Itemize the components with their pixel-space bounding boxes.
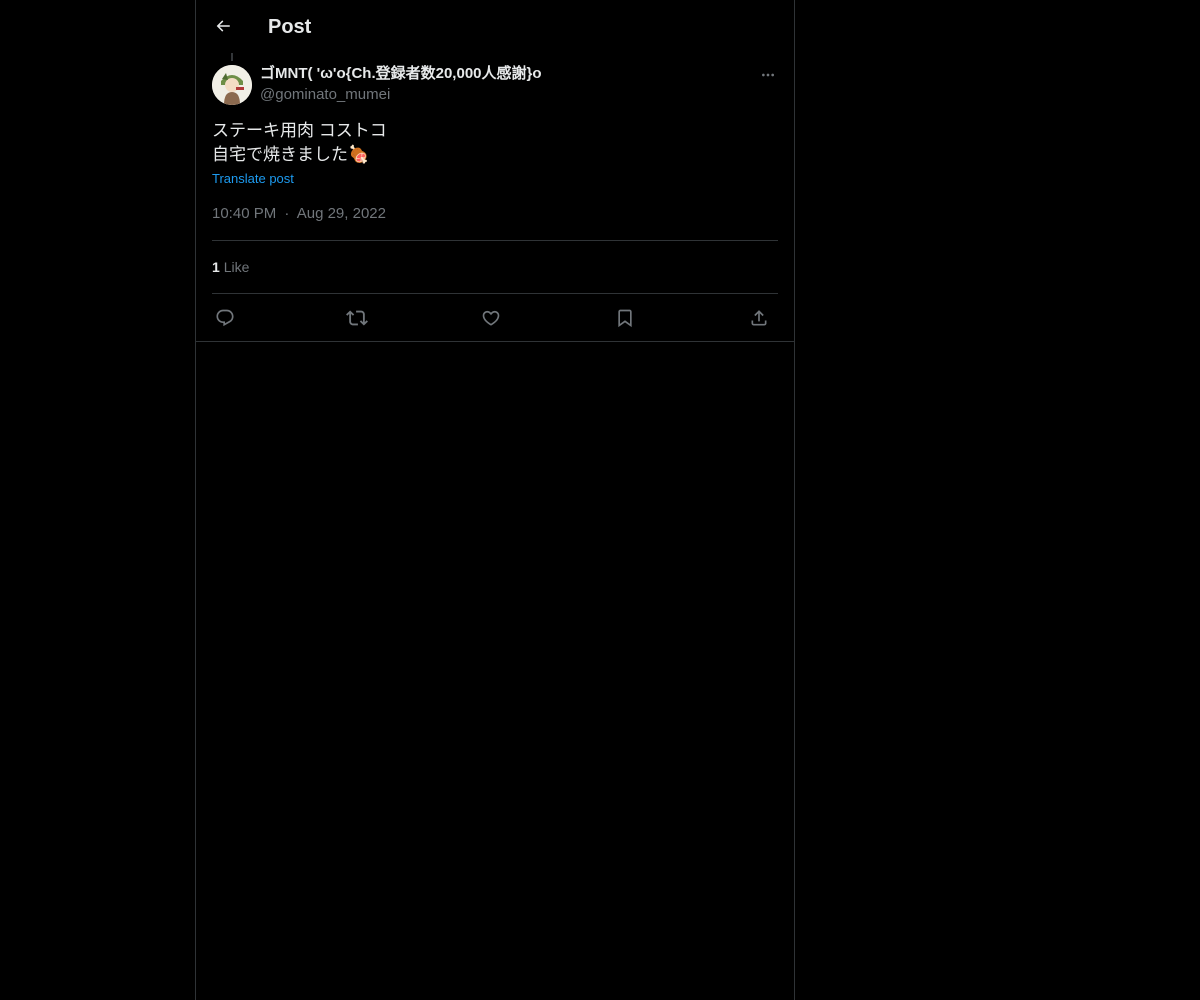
avatar[interactable] <box>212 65 252 105</box>
post-timestamp: 10:40 PM · Aug 29, 2022 <box>212 204 386 224</box>
author-names: ゴMNT( 'ω'o{Ch.登録者数20,000人感謝}o @gominato_… <box>260 64 740 106</box>
post-header: Post <box>196 0 794 53</box>
more-horizontal-icon <box>760 67 776 83</box>
post-date[interactable]: Aug 29, 2022 <box>297 205 386 222</box>
back-button[interactable] <box>208 11 238 41</box>
repost-icon <box>346 307 368 329</box>
share-icon <box>749 308 769 328</box>
meta-separator: · <box>284 205 290 222</box>
post-time[interactable]: 10:40 PM <box>212 205 276 222</box>
bookmark-icon <box>615 308 635 328</box>
reply-icon <box>215 308 235 328</box>
post-text-line: ステーキ用肉 コストコ <box>212 121 387 140</box>
author-display-name[interactable]: ゴMNT( 'ω'o{Ch.登録者数20,000人感謝}o <box>260 64 740 84</box>
likes-count: 1 <box>212 259 220 275</box>
author-handle[interactable]: @gominato_mumei <box>260 84 740 106</box>
like-button[interactable] <box>478 305 504 331</box>
post-text-line: 自宅で焼きました🍖 <box>212 145 370 164</box>
more-options-button[interactable] <box>756 64 780 86</box>
likes-label: Like <box>223 259 250 275</box>
page-title: Post <box>268 16 312 38</box>
divider <box>212 293 778 294</box>
action-bar <box>212 300 778 334</box>
divider <box>212 240 778 241</box>
share-button[interactable] <box>746 305 772 331</box>
repost-button[interactable] <box>344 305 370 331</box>
post-bottom-border <box>196 341 794 342</box>
like-icon <box>481 308 501 328</box>
reply-button[interactable] <box>212 305 238 331</box>
translate-post-link[interactable]: Translate post <box>212 170 294 188</box>
post-column: Post ゴMNT( 'ω'o{Ch.登録者数20,000人感謝}o @gomi… <box>195 0 795 1000</box>
thread-connector-line <box>231 53 233 61</box>
bookmark-button[interactable] <box>612 305 638 331</box>
likes-stat[interactable]: 1 Like <box>212 257 249 277</box>
arrow-left-icon <box>214 17 232 35</box>
post-text: ステーキ用肉 コストコ 自宅で焼きました🍖 <box>212 119 778 167</box>
